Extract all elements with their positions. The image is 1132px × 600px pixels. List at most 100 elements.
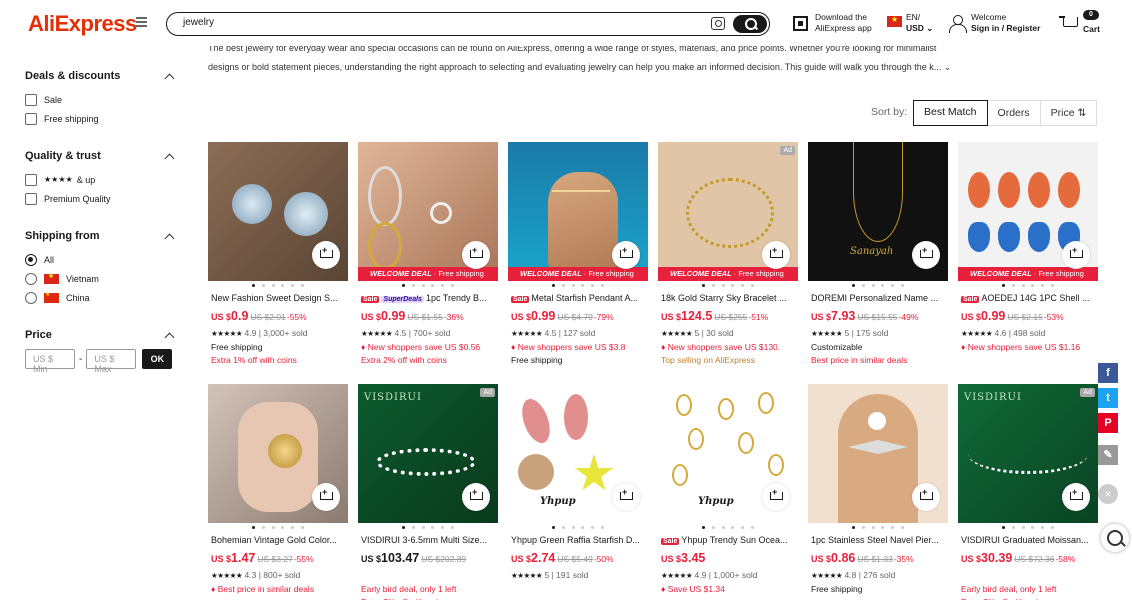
camera-search-icon[interactable] (711, 17, 725, 30)
product-title[interactable]: DOREMI Personalized Name ... (811, 293, 947, 303)
filter-free-shipping[interactable]: Free shipping (25, 109, 177, 128)
product-title[interactable]: Bohemian Vintage Gold Color... (211, 535, 347, 545)
search-button[interactable] (733, 15, 767, 33)
checkbox[interactable] (25, 192, 37, 205)
logo[interactable]: AliExpress (28, 11, 137, 37)
product-title[interactable]: 18k Gold Starry Sky Bracelet ... (661, 293, 797, 303)
language-currency-selector[interactable]: EN/USD ⌄ (906, 12, 933, 34)
sort-price[interactable]: Price ⇅ (1041, 101, 1097, 125)
product-image[interactable]: WELCOME DEAL · Free shipping (358, 142, 498, 281)
product-title[interactable]: Sale AOEDEJ 14G 1PC Shell ... (961, 293, 1097, 303)
product-card[interactable]: WELCOME DEAL · Free shipping SaleAOEDEJ 1… (958, 142, 1098, 374)
product-title[interactable]: Sale SuperDeals 1pc Trendy B... (361, 293, 497, 303)
checkbox[interactable] (25, 112, 37, 125)
download-app-link[interactable]: Download the AliExpress app (815, 12, 872, 34)
product-image[interactable]: VISDIRUI Ad (358, 384, 498, 523)
ship-vietnam[interactable]: Vietnam (25, 269, 177, 288)
product-title[interactable]: New Fashion Sweet Design S... (211, 293, 347, 303)
image-carousel-dots[interactable] (252, 526, 304, 532)
product-title[interactable]: Sale Yhpup Trendy Sun Ocea... (661, 535, 797, 545)
product-image[interactable] (208, 142, 348, 281)
shipping-title[interactable]: Shipping from (25, 230, 177, 246)
filter-premium-quality[interactable]: Premium Quality (25, 189, 177, 208)
product-title[interactable]: Sale Metal Starfish Pendant A... (511, 293, 647, 303)
radio[interactable] (25, 291, 37, 304)
filter-sale[interactable]: Sale (25, 90, 177, 109)
menu-icon[interactable] (136, 17, 147, 27)
radio[interactable] (25, 272, 37, 285)
product-image[interactable]: Yhpup (658, 384, 798, 523)
ship-china[interactable]: China (25, 288, 177, 307)
add-to-cart-button[interactable] (912, 483, 940, 511)
product-image[interactable]: VISDIRUI Ad (958, 384, 1098, 523)
image-carousel-dots[interactable] (402, 526, 454, 532)
edit-icon[interactable]: ✎ (1098, 445, 1118, 465)
product-title[interactable]: VISDIRUI Graduated Moissan... (961, 535, 1097, 545)
price-title[interactable]: Price (25, 329, 177, 345)
product-image[interactable]: Sanayah (808, 142, 948, 281)
product-image[interactable]: WELCOME DEAL · Free shipping (508, 142, 648, 281)
product-image[interactable]: Ad WELCOME DEAL · Free shipping (658, 142, 798, 281)
product-card[interactable]: WELCOME DEAL · Free shipping SaleMetal St… (508, 142, 648, 374)
search-input[interactable]: jewelry (183, 17, 214, 28)
image-carousel-dots[interactable] (1002, 526, 1054, 532)
product-card[interactable]: Ad WELCOME DEAL · Free shipping 18k Gold S… (658, 142, 798, 374)
add-to-cart-button[interactable] (312, 483, 340, 511)
add-to-cart-button[interactable] (312, 241, 340, 269)
product-image[interactable]: WELCOME DEAL · Free shipping (958, 142, 1098, 281)
intro-line-2[interactable]: designs or bold statement pieces, unders… (208, 59, 1008, 76)
add-to-cart-button[interactable] (1062, 483, 1090, 511)
product-title[interactable]: 1pc Stainless Steel Navel Pier... (811, 535, 947, 545)
product-title[interactable]: Yhpup Green Raffia Starfish D... (511, 535, 647, 545)
image-carousel-dots[interactable] (402, 284, 454, 290)
close-icon[interactable]: × (1098, 484, 1118, 504)
add-to-cart-button[interactable] (612, 483, 640, 511)
ship-all[interactable]: All (25, 250, 177, 269)
image-carousel-dots[interactable] (552, 284, 604, 290)
image-carousel-dots[interactable] (252, 284, 304, 290)
search-bar[interactable]: jewelry (166, 12, 770, 36)
image-carousel-dots[interactable] (852, 526, 904, 532)
product-image[interactable] (808, 384, 948, 523)
price-min-input[interactable]: US $ Min (25, 349, 75, 374)
product-card[interactable]: Sanayah DOREMI Personalized Name ... US $7… (808, 142, 948, 374)
qr-code-icon[interactable] (793, 16, 808, 31)
cart-label[interactable]: Cart (1083, 24, 1100, 34)
image-carousel-dots[interactable] (852, 284, 904, 290)
image-carousel-dots[interactable] (1002, 284, 1054, 290)
add-to-cart-button[interactable] (912, 241, 940, 269)
checkbox[interactable] (25, 173, 37, 186)
product-card[interactable]: Yhpup Yhpup Green Raffia Starfish D... US … (508, 384, 648, 600)
add-to-cart-button[interactable] (1062, 241, 1090, 269)
sort-orders[interactable]: Orders (988, 101, 1041, 125)
checkbox[interactable] (25, 93, 37, 106)
product-card[interactable]: Yhpup SaleYhpup Trendy Sun Ocea... US $3.4… (658, 384, 798, 600)
product-card[interactable]: VISDIRUIAd VISDIRUI 3-6.5mm Multi Size...… (358, 384, 498, 600)
twitter-share-icon[interactable]: t (1098, 388, 1118, 408)
product-card[interactable]: WELCOME DEAL · Free shipping SaleSuperDea… (358, 142, 498, 374)
product-image[interactable]: Yhpup (508, 384, 648, 523)
quality-title[interactable]: Quality & trust (25, 150, 177, 166)
facebook-share-icon[interactable]: f (1098, 363, 1118, 383)
add-to-cart-button[interactable] (612, 241, 640, 269)
image-search-fab[interactable] (1100, 523, 1130, 553)
pinterest-share-icon[interactable]: P (1098, 413, 1118, 433)
add-to-cart-button[interactable] (462, 483, 490, 511)
image-carousel-dots[interactable] (702, 284, 754, 290)
deals-title[interactable]: Deals & discounts (25, 70, 177, 86)
add-to-cart-button[interactable] (762, 483, 790, 511)
sign-in-link[interactable]: Welcome Sign in / Register (971, 12, 1040, 34)
product-card[interactable]: New Fashion Sweet Design S... US $0.9US $… (208, 142, 348, 374)
price-max-input[interactable]: US $ Max (86, 349, 137, 374)
add-to-cart-button[interactable] (762, 241, 790, 269)
price-ok-button[interactable]: OK (142, 349, 173, 369)
product-card[interactable]: 1pc Stainless Steel Navel Pier... US $0.8… (808, 384, 948, 600)
cart-icon[interactable] (1059, 16, 1079, 32)
product-title[interactable]: VISDIRUI 3-6.5mm Multi Size... (361, 535, 497, 545)
product-card[interactable]: Bohemian Vintage Gold Color... US $1.47US… (208, 384, 348, 600)
image-carousel-dots[interactable] (552, 526, 604, 532)
image-carousel-dots[interactable] (702, 526, 754, 532)
radio[interactable] (25, 253, 37, 266)
add-to-cart-button[interactable] (462, 241, 490, 269)
filter-four-stars[interactable]: ★★★★ & up (25, 170, 177, 189)
